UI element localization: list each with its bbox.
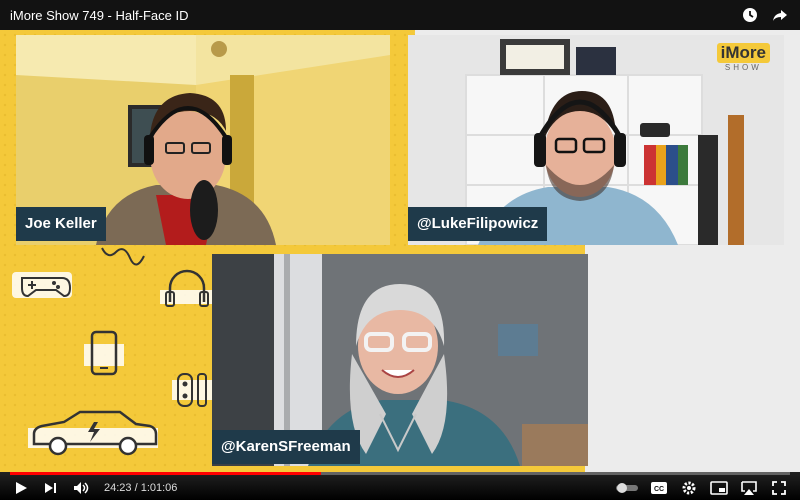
electric-car-doodle-icon (28, 410, 158, 456)
participant-name-tag: Joe Keller (16, 207, 106, 241)
video-tile-joe-keller[interactable]: Joe Keller (16, 35, 390, 245)
imore-show-logo: iMore SHOW (716, 43, 770, 72)
autoplay-toggle-icon[interactable] (614, 477, 640, 499)
video-player[interactable]: Joe Keller iMore SHOW @LukeFilipowicz @K… (0, 0, 800, 500)
play-icon[interactable] (10, 477, 32, 499)
progress-played (10, 472, 322, 475)
next-icon[interactable] (40, 477, 62, 499)
captions-icon[interactable]: CC (648, 477, 670, 499)
settings-icon[interactable] (678, 477, 700, 499)
airplay-icon[interactable] (738, 477, 760, 499)
share-icon[interactable] (770, 5, 790, 25)
console-doodle-icon (172, 373, 212, 407)
headphones-doodle-icon (160, 269, 214, 307)
logo-subtitle: SHOW (724, 63, 762, 72)
logo-brand: iMore (716, 43, 770, 63)
time-display: 24:23 / 1:01:06 (104, 482, 178, 494)
fullscreen-icon[interactable] (768, 477, 790, 499)
gamepad-doodle-icon (12, 272, 72, 298)
svg-text:CC: CC (654, 486, 664, 493)
squiggle-doodle (101, 247, 145, 266)
player-controls: 24:23 / 1:01:06 CC (0, 472, 800, 500)
participant-name-tag: @KarenSFreeman (212, 430, 360, 464)
video-tile-luke-filipowicz[interactable]: iMore SHOW @LukeFilipowicz (408, 35, 784, 245)
miniplayer-icon[interactable] (708, 477, 730, 499)
participant-name-tag: @LukeFilipowicz (408, 207, 548, 241)
volume-icon[interactable] (70, 477, 92, 499)
video-tile-karen-freeman[interactable]: @KarenSFreeman (212, 254, 588, 466)
watch-later-icon[interactable] (740, 5, 760, 25)
phone-doodle-icon (84, 330, 124, 376)
progress-bar[interactable] (10, 472, 790, 475)
video-title[interactable]: iMore Show 749 - Half-Face ID (10, 8, 188, 23)
video-title-bar: iMore Show 749 - Half-Face ID (0, 0, 800, 30)
